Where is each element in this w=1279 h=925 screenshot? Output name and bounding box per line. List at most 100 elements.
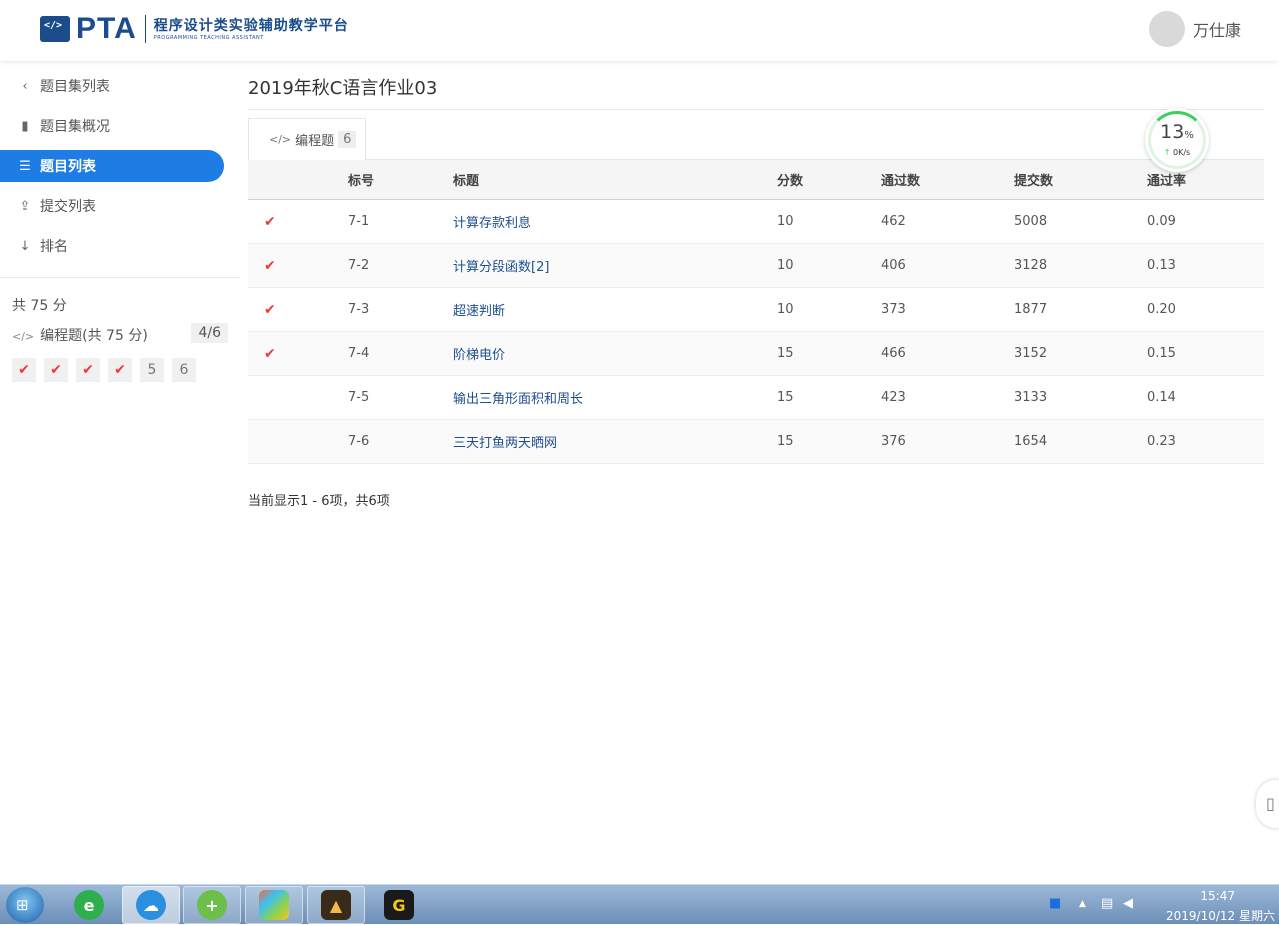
problem-passed: 423 [881,390,906,405]
category-count: 4/6 [191,323,228,343]
speed-percent: 13% [1160,121,1194,143]
sidebar-item-problem-list[interactable]: ☰ 题目列表 [0,150,224,182]
sidebar-item-overview[interactable]: ▮ 题目集概况 [0,110,224,142]
problem-table: 标号 标题 分数 通过数 提交数 通过率 ✔ 7-1 计算存款利息 10 462… [248,159,1264,464]
sidebar-item-submissions[interactable]: ⇪ 提交列表 [0,190,224,222]
volume-icon[interactable]: ◀ [1123,896,1133,911]
sidebar-item-ranking[interactable]: ↓ 排名 [0,230,224,262]
user-menu[interactable]: 万仕康 [1148,11,1241,47]
taskbar-app-security[interactable]: + [183,886,241,924]
clock-date[interactable]: 2019/10/12 星期六 [1166,907,1275,924]
logo-title: PTA [76,12,137,45]
column-header-passed[interactable]: 通过数 [881,160,920,199]
problem-box-1[interactable]: ✔ [12,358,36,382]
table-row[interactable]: ✔ 7-3 超速判断 10 373 1877 0.20 [248,288,1264,332]
problem-submitted: 1654 [1014,434,1048,449]
table-row[interactable]: 7-6 三天打鱼两天晒网 15 376 1654 0.23 [248,420,1264,464]
problem-title-link[interactable]: 超速判断 [453,288,505,331]
problem-submitted: 3128 [1014,258,1048,273]
table-row[interactable]: ✔ 7-1 计算存款利息 10 462 5008 0.09 [248,200,1264,244]
browser-cloud-icon: ☁ [136,890,166,920]
sidebar-item-label: 排名 [40,239,68,255]
problem-submitted: 1877 [1014,302,1048,317]
comment-icon: ▯ [1266,794,1275,813]
solved-check-icon: ✔ [264,213,276,230]
problem-box-5[interactable]: 5 [140,358,164,382]
start-button[interactable]: ⊞ [6,887,44,923]
problem-number: 7-2 [348,258,370,273]
problem-progress: ✔ ✔ ✔ ✔ 5 6 [12,358,196,382]
problem-number: 7-4 [348,346,370,361]
logo-separator [144,15,146,43]
petals-app-icon [259,890,289,920]
taskbar-app-colorful[interactable] [245,886,303,924]
list-icon: ☰ [19,158,31,174]
solved-check-icon: ✔ [264,257,276,274]
network-speed-widget[interactable]: 13% ↑ 0K/s [1145,108,1209,172]
network-icon[interactable]: ▤ [1101,896,1113,911]
taskbar-app-game[interactable]: ▲ [307,886,365,924]
logo-english-name: PROGRAMMING TEACHING ASSISTANT [153,34,264,41]
problem-passed: 406 [881,258,906,273]
logo-text-block: 程序设计类实验辅助教学平台 PROGRAMMING TEACHING ASSIS… [154,17,349,42]
column-header-title[interactable]: 标题 [453,160,479,199]
table-row[interactable]: 7-5 输出三角形面积和周长 15 423 3133 0.14 [248,376,1264,420]
game-app-icon: ▲ [321,890,351,920]
problem-title-link[interactable]: 计算分段函数[2] [453,244,549,287]
problem-number: 7-6 [348,434,370,449]
tray-expand-icon[interactable]: ▲ [1079,899,1086,909]
taskbar-app-browser[interactable]: ☁ [122,886,180,924]
column-header-number[interactable]: 标号 [348,160,374,199]
problem-number: 7-5 [348,390,370,405]
arrow-up-icon: ↑ [1163,148,1171,157]
problem-score: 10 [777,214,794,229]
problem-submitted: 5008 [1014,214,1048,229]
table-row[interactable]: ✔ 7-4 阶梯电价 15 466 3152 0.15 [248,332,1264,376]
system-tray: ■ ▲ ▤ ◀ 15:47 2019/10/12 星期六 [1039,885,1279,925]
g-app-icon: G [384,890,414,920]
avatar[interactable] [1148,11,1185,47]
column-header-score[interactable]: 分数 [777,160,803,199]
problem-box-2[interactable]: ✔ [44,358,68,382]
problem-submitted: 3152 [1014,346,1048,361]
sort-icon: ↓ [19,238,31,254]
sidebar-item-problem-sets[interactable]: ‹ 题目集列表 [0,70,224,102]
tab-count-badge: 6 [338,131,357,148]
problem-box-6[interactable]: 6 [172,358,196,382]
problem-score: 10 [777,302,794,317]
taskbar: ⊞ e ☁ + ▲ G ■ ▲ ▤ ◀ 15:47 2019/10/12 星期六 [0,884,1279,924]
solved-check-icon: ✔ [264,345,276,362]
sidebar: ‹ 题目集列表 ▮ 题目集概况 ☰ 题目列表 ⇪ 提交列表 ↓ 排名 共 75 … [0,61,240,884]
problem-box-3[interactable]: ✔ [76,358,100,382]
problem-title-link[interactable]: 计算存款利息 [453,200,531,243]
problem-passed: 466 [881,346,906,361]
logo-chinese-name: 程序设计类实验辅助教学平台 [153,17,349,34]
tab-label: 编程题 [295,134,335,149]
page-title: 2019年秋C语言作业03 [248,78,438,99]
column-header-submitted[interactable]: 提交数 [1014,160,1053,199]
solved-check-icon: ✔ [264,301,276,318]
taskbar-app-ie[interactable]: e [60,886,118,924]
feedback-float-button[interactable]: ▯ [1256,780,1279,828]
chevron-left-icon: ‹ [22,78,28,94]
sidebar-item-label: 提交列表 [40,199,96,215]
browser-e-icon: e [74,890,104,920]
taskbar-app-yellow[interactable]: G [370,886,428,924]
sidebar-item-label: 题目集列表 [40,79,110,95]
problem-score: 10 [777,258,794,273]
problem-box-4[interactable]: ✔ [108,358,132,382]
problem-submitted: 3133 [1014,390,1048,405]
clock-time[interactable]: 15:47 [1200,889,1235,903]
problem-title-link[interactable]: 输出三角形面积和周长 [453,376,583,419]
username[interactable]: 万仕康 [1193,17,1241,41]
table-row[interactable]: ✔ 7-2 计算分段函数[2] 10 406 3128 0.13 [248,244,1264,288]
problem-pass-rate: 0.13 [1147,258,1176,273]
problem-title-link[interactable]: 三天打鱼两天晒网 [453,420,557,463]
pta-logo[interactable]: PTA 程序设计类实验辅助教学平台 PROGRAMMING TEACHING A… [40,14,349,44]
book-icon: ▮ [21,118,29,134]
tab-programming[interactable]: </> 编程题 6 [248,118,366,160]
qq-icon[interactable]: ■ [1049,896,1061,911]
table-header: 标号 标题 分数 通过数 提交数 通过率 [248,159,1264,200]
problem-title-link[interactable]: 阶梯电价 [453,332,505,375]
code-icon: </> [269,133,292,146]
